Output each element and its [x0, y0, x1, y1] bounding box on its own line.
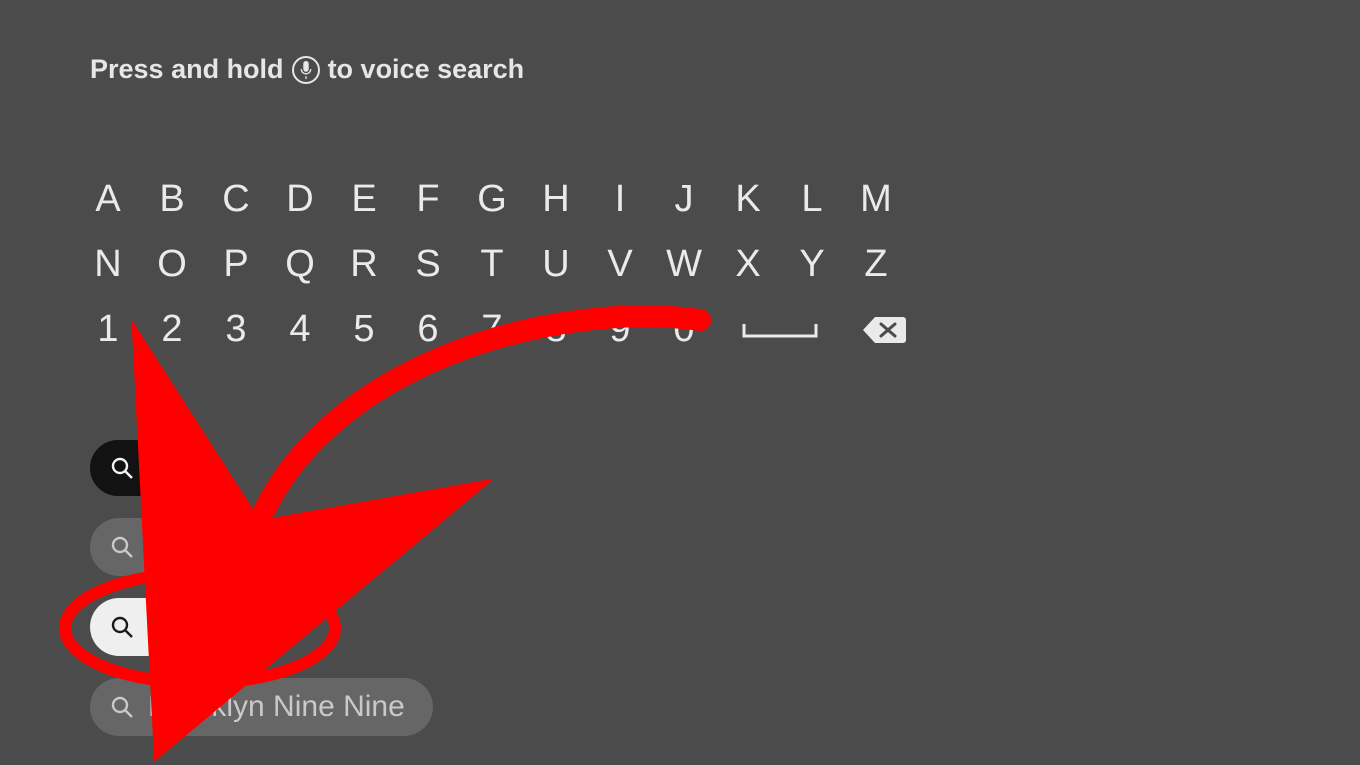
- key-w[interactable]: W: [666, 243, 702, 286]
- key-c[interactable]: C: [218, 178, 254, 221]
- suggestion-label: Browser: [148, 610, 258, 644]
- key-y[interactable]: Y: [794, 243, 830, 286]
- key-r[interactable]: R: [346, 243, 382, 286]
- key-i[interactable]: I: [602, 178, 638, 221]
- suggestion-label: Brooklyn Nine Nine: [148, 690, 405, 724]
- search-icon: [110, 535, 134, 559]
- search-icon: [110, 615, 134, 639]
- key-3[interactable]: 3: [218, 308, 254, 351]
- backspace-icon: [861, 315, 907, 345]
- key-backspace[interactable]: [858, 308, 910, 351]
- keyboard-row-2: N O P Q R S T U V W X Y Z: [90, 243, 910, 286]
- key-d[interactable]: D: [282, 178, 318, 221]
- key-a[interactable]: A: [90, 178, 126, 221]
- key-b[interactable]: B: [154, 178, 190, 221]
- onscreen-keyboard: A B C D E F G H I J K L M N O P Q R S T …: [90, 178, 910, 351]
- key-2[interactable]: 2: [154, 308, 190, 351]
- key-1[interactable]: 1: [90, 308, 126, 351]
- key-7[interactable]: 7: [474, 308, 510, 351]
- key-s[interactable]: S: [410, 243, 446, 286]
- search-query-text: Br: [148, 451, 178, 485]
- key-v[interactable]: V: [602, 243, 638, 286]
- key-n[interactable]: N: [90, 243, 126, 286]
- search-icon: [110, 695, 134, 719]
- key-g[interactable]: G: [474, 178, 510, 221]
- key-space[interactable]: [730, 308, 830, 351]
- key-p[interactable]: P: [218, 243, 254, 286]
- search-query-pill[interactable]: Br: [90, 440, 206, 496]
- search-icon: [110, 456, 134, 480]
- keyboard-row-1: A B C D E F G H I J K L M: [90, 178, 910, 221]
- key-u[interactable]: U: [538, 243, 574, 286]
- hint-prefix: Press and hold: [90, 54, 284, 85]
- search-suggestions: Br Britbox Browser Brooklyn Nine Nine: [90, 440, 433, 736]
- keyboard-row-3: 1 2 3 4 5 6 7 8 9 0: [90, 308, 910, 351]
- space-icon: [740, 319, 820, 341]
- key-6[interactable]: 6: [410, 308, 446, 351]
- key-4[interactable]: 4: [282, 308, 318, 351]
- voice-search-hint: Press and hold to voice search: [90, 54, 524, 85]
- key-f[interactable]: F: [410, 178, 446, 221]
- key-h[interactable]: H: [538, 178, 574, 221]
- key-0[interactable]: 0: [666, 308, 702, 351]
- suggestion-britbox[interactable]: Britbox: [90, 518, 269, 576]
- suggestion-brooklyn-nine-nine[interactable]: Brooklyn Nine Nine: [90, 678, 433, 736]
- hint-suffix: to voice search: [328, 54, 525, 85]
- key-9[interactable]: 9: [602, 308, 638, 351]
- key-5[interactable]: 5: [346, 308, 382, 351]
- key-m[interactable]: M: [858, 178, 894, 221]
- key-q[interactable]: Q: [282, 243, 318, 286]
- key-8[interactable]: 8: [538, 308, 574, 351]
- key-j[interactable]: J: [666, 178, 702, 221]
- key-l[interactable]: L: [794, 178, 830, 221]
- key-e[interactable]: E: [346, 178, 382, 221]
- key-k[interactable]: K: [730, 178, 766, 221]
- key-z[interactable]: Z: [858, 243, 894, 286]
- key-x[interactable]: X: [730, 243, 766, 286]
- suggestion-label: Britbox: [148, 530, 241, 564]
- suggestion-browser[interactable]: Browser: [90, 598, 286, 656]
- key-o[interactable]: O: [154, 243, 190, 286]
- key-t[interactable]: T: [474, 243, 510, 286]
- microphone-icon: [292, 56, 320, 84]
